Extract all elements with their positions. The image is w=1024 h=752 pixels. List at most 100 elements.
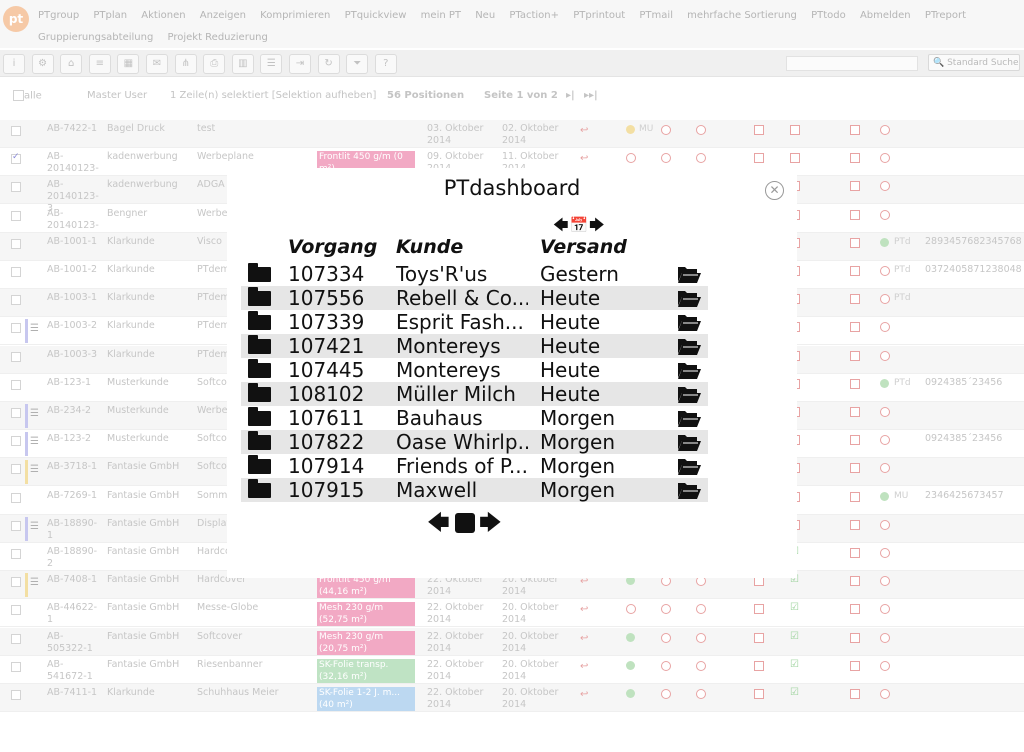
order-id[interactable]: AB-123-1 xyxy=(47,377,102,389)
dashboard-row[interactable]: 107611 Bauhaus Morgen xyxy=(241,406,708,430)
menu-item[interactable]: PTquickview xyxy=(345,5,407,27)
task-checkbox[interactable] xyxy=(850,491,860,502)
order-id[interactable]: AB-234-2 xyxy=(47,405,102,417)
dashboard-row[interactable]: 107339 Esprit Fash... Heute xyxy=(241,310,708,334)
task-checkbox[interactable] xyxy=(850,125,860,135)
menu-item[interactable]: Aktionen xyxy=(141,5,185,27)
task-checkbox[interactable] xyxy=(850,660,860,671)
menu-item[interactable]: PTaction+ xyxy=(509,5,559,27)
dashboard-row[interactable]: 107556 Rebell & Co... Heute xyxy=(241,286,708,310)
task-checkbox[interactable] xyxy=(850,519,860,530)
row-checkbox[interactable] xyxy=(11,210,21,221)
info-icon[interactable]: i xyxy=(3,54,25,74)
table-icon[interactable]: ▦ xyxy=(117,54,140,74)
row-menu-icon[interactable]: ☰ xyxy=(30,521,39,532)
order-id[interactable]: AB-1003-3 xyxy=(47,349,102,361)
vorgang-number[interactable]: 107421 xyxy=(288,334,388,358)
dashboard-row[interactable]: 107914 Friends of P... Morgen xyxy=(241,454,708,478)
order-id[interactable]: AB-123-2 xyxy=(47,433,102,445)
pt-logo[interactable]: pt xyxy=(3,6,29,32)
print-icon[interactable]: ⎙ xyxy=(203,54,226,74)
row-checkbox[interactable] xyxy=(11,267,21,277)
row-checkbox[interactable] xyxy=(11,295,21,306)
vorgang-number[interactable]: 107334 xyxy=(288,262,388,286)
order-id[interactable]: AB-1001-1 xyxy=(47,236,102,248)
task-checkbox[interactable] xyxy=(754,689,764,699)
edit-icon[interactable]: ↩ xyxy=(580,689,588,700)
dashboard-row[interactable]: 107421 Montereys Heute xyxy=(241,334,708,358)
row-checkbox[interactable] xyxy=(11,323,21,334)
edit-icon[interactable]: ↩ xyxy=(580,661,588,672)
dashboard-row[interactable]: 107334 Toys'R'us Gestern xyxy=(241,262,708,286)
menu-item[interactable]: PTplan xyxy=(93,5,127,27)
task-checkbox[interactable] xyxy=(850,237,860,248)
row-checkbox[interactable] xyxy=(11,379,21,390)
menu-item[interactable]: Projekt Reduzierung xyxy=(168,27,268,49)
task-checkbox[interactable] xyxy=(850,689,860,699)
row-checkbox[interactable] xyxy=(11,238,21,249)
row-checkbox[interactable] xyxy=(11,661,21,672)
vorgang-number[interactable]: 108102 xyxy=(288,382,388,406)
table-row[interactable]: AB-7422-1 Bagel Druck test 03. Oktober 2014… xyxy=(0,120,1024,148)
task-checkbox[interactable] xyxy=(850,350,860,361)
chart-icon[interactable]: ▥ xyxy=(231,54,254,74)
task-checkbox[interactable] xyxy=(850,463,860,474)
order-id[interactable]: AB-7269-1 xyxy=(47,490,102,502)
order-id[interactable]: AB-7422-1 xyxy=(47,123,102,135)
mail-icon[interactable]: ✉ xyxy=(146,54,168,74)
menu-item[interactable]: Abmelden xyxy=(860,5,911,27)
folder-open-icon[interactable] xyxy=(677,361,701,380)
row-menu-icon[interactable]: ☰ xyxy=(30,577,39,588)
table-row[interactable]: AB-7411-1 Klarkunde Schuhhaus Meier SK-Foli… xyxy=(0,684,1024,712)
header-versand[interactable]: Versand xyxy=(540,236,627,258)
selection-info[interactable]: 1 Zeile(n) selektiert [Selektion aufhebe… xyxy=(170,90,376,101)
row-checkbox[interactable] xyxy=(11,520,21,531)
menu-item[interactable]: mehrfache Sortierung xyxy=(687,5,797,27)
order-id[interactable]: AB-7408-1 xyxy=(47,574,102,586)
tree-icon[interactable]: ⋔ xyxy=(174,54,197,74)
folder-icon[interactable] xyxy=(248,431,271,450)
header-kunde[interactable]: Kunde xyxy=(396,236,463,258)
task-checkbox[interactable] xyxy=(790,125,800,135)
row-checkbox[interactable] xyxy=(11,408,21,418)
vorgang-number[interactable]: 107445 xyxy=(288,358,388,382)
folder-open-icon[interactable] xyxy=(677,457,701,476)
folder-icon[interactable] xyxy=(248,311,271,330)
help-icon[interactable]: ? xyxy=(374,54,397,74)
order-id[interactable]: AB-505322-1 xyxy=(47,631,102,655)
row-menu-icon[interactable]: ☰ xyxy=(30,436,39,447)
select-all[interactable]: alle xyxy=(13,90,42,102)
vorgang-number[interactable]: 107556 xyxy=(288,286,388,310)
row-checkbox[interactable] xyxy=(11,436,21,447)
folder-open-icon[interactable] xyxy=(677,337,701,356)
folder-open-icon[interactable] xyxy=(677,313,701,332)
row-checkbox[interactable] xyxy=(11,549,21,559)
task-checkbox[interactable] xyxy=(850,153,860,164)
order-id[interactable]: AB-541672-1 xyxy=(47,659,102,683)
home-icon[interactable]: ⌂ xyxy=(60,54,83,74)
menu-item[interactable]: Anzeigen xyxy=(200,5,246,27)
export-icon[interactable]: ⇥ xyxy=(289,54,311,74)
folder-icon[interactable] xyxy=(248,335,271,354)
row-checkbox[interactable] xyxy=(11,126,21,136)
folder-icon[interactable] xyxy=(248,479,271,498)
vorgang-number[interactable]: 107822 xyxy=(288,430,388,454)
dashboard-row[interactable]: 107915 Maxwell Morgen xyxy=(241,478,708,502)
folder-icon[interactable] xyxy=(248,359,271,378)
standard-search-button[interactable]: 🔍 Standard Suche xyxy=(928,54,1020,71)
menu-item[interactable]: PTgroup xyxy=(38,5,79,27)
task-checkbox[interactable] xyxy=(850,266,860,276)
folder-icon[interactable] xyxy=(248,383,271,402)
row-checkbox[interactable] xyxy=(11,152,21,165)
row-checkbox[interactable] xyxy=(11,690,21,700)
order-id[interactable]: AB-3718-1 xyxy=(47,461,102,473)
menu-item[interactable]: PTreport xyxy=(925,5,966,27)
order-id[interactable]: AB-1001-2 xyxy=(47,264,102,276)
order-id[interactable]: AB-44622-1 xyxy=(47,602,102,626)
row-menu-icon[interactable]: ☰ xyxy=(30,464,39,475)
table-row[interactable]: AB-505322-1 Fantasie GmbH Softcover Mesh 23… xyxy=(0,627,1024,656)
select-all-checkbox[interactable] xyxy=(13,90,24,101)
task-checkbox[interactable] xyxy=(850,378,860,389)
filter-icon[interactable]: ⏷ xyxy=(346,54,369,74)
vorgang-number[interactable]: 107915 xyxy=(288,478,388,502)
